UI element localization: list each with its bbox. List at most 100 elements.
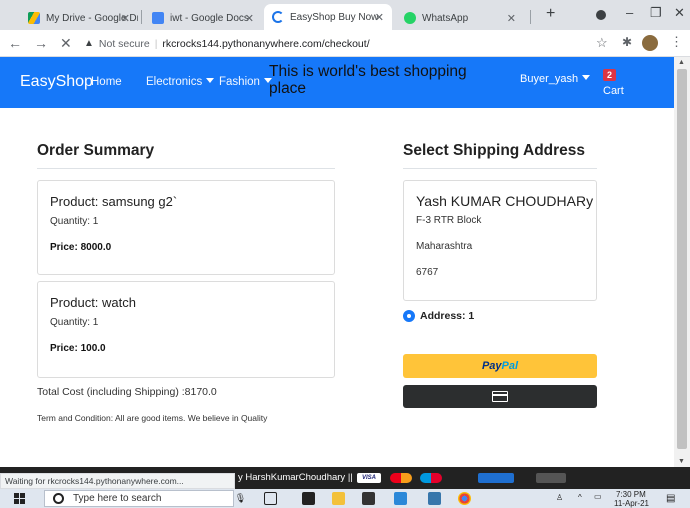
address-radio-label[interactable]: Address: 1 xyxy=(420,310,474,322)
browser-tab-strip: My Drive - Google Driv ✕ iwt - Google Do… xyxy=(0,0,690,30)
forward-button[interactable]: → xyxy=(34,35,48,51)
tab-easyshop[interactable]: EasyShop Buy Now ✕ xyxy=(264,4,392,30)
close-icon[interactable]: ✕ xyxy=(507,12,516,25)
tab-google-drive[interactable]: My Drive - Google Driv ✕ xyxy=(20,6,138,30)
bookmark-star-icon[interactable]: ☆ xyxy=(596,35,608,51)
maximize-button[interactable]: ❐ xyxy=(650,5,662,21)
terminal-icon[interactable] xyxy=(302,492,315,505)
taskbar-search[interactable]: Type here to search xyxy=(44,490,234,507)
product-price: Price: 100.0 xyxy=(50,343,106,354)
network-icon[interactable]: ▭ xyxy=(594,492,602,501)
file-explorer-icon[interactable] xyxy=(332,492,345,505)
site-navbar: EasyShop Home Electronics Fashion This i… xyxy=(0,57,674,108)
profile-indicator-icon[interactable] xyxy=(596,10,606,20)
footer-credit: y HarshKumarChoudhary || xyxy=(238,472,353,483)
product-name: Product: samsung g2` xyxy=(50,194,178,209)
total-cost: Total Cost (including Shipping) :8170.0 xyxy=(37,386,217,398)
site-tagline: This is world's best shopping place xyxy=(269,63,467,97)
nav-link-label: Fashion xyxy=(219,76,260,88)
shipping-address-title: Select Shipping Address xyxy=(403,142,586,159)
close-icon[interactable]: ✕ xyxy=(375,11,384,24)
python-icon[interactable] xyxy=(428,492,441,505)
task-view-icon[interactable] xyxy=(264,492,277,505)
order-summary-title: Order Summary xyxy=(37,142,155,159)
caret-down-icon xyxy=(206,78,215,83)
vscode-icon[interactable] xyxy=(394,492,407,505)
whatsapp-icon xyxy=(404,12,416,24)
paypal-button[interactable]: Pay Pal xyxy=(403,354,597,378)
store-icon[interactable] xyxy=(362,492,375,505)
url-text[interactable]: rkcrocks144.pythonanywhere.com/checkout/ xyxy=(162,38,369,50)
cart-count-badge[interactable]: 2 xyxy=(603,69,617,81)
visa-logo: VISA xyxy=(357,473,381,483)
clock-time[interactable]: 7:30 PM xyxy=(616,490,646,499)
tab-title: WhatsApp xyxy=(422,12,469,24)
loading-spinner-icon xyxy=(272,11,284,23)
tray-expand-icon[interactable]: ^ xyxy=(578,493,582,502)
user-dropdown[interactable]: Buyer_yash xyxy=(520,73,591,85)
profile-avatar[interactable] xyxy=(642,35,658,51)
address-state: Maharashtra xyxy=(416,241,473,252)
url-bar[interactable]: ▲ Not secure | rkcrocks144.pythonanywher… xyxy=(84,34,624,53)
product-name: Product: watch xyxy=(50,295,136,310)
rupay-logo xyxy=(478,473,514,483)
product-quantity: Quantity: 1 xyxy=(50,216,99,227)
people-icon[interactable]: ♙ xyxy=(556,493,563,502)
maestro-logo xyxy=(420,473,442,483)
scroll-down-arrow-icon[interactable]: ▼ xyxy=(678,458,685,465)
nav-dropdown-electronics[interactable]: Electronics xyxy=(146,76,215,88)
terms-and-conditions: Term and Condition: All are good items. … xyxy=(37,413,268,423)
notification-icon[interactable]: ▤ xyxy=(666,493,675,504)
mastercard-logo xyxy=(390,473,412,483)
back-button[interactable]: ← xyxy=(8,35,22,51)
tab-whatsapp[interactable]: WhatsApp ✕ xyxy=(396,6,524,30)
paypal-logo-part: Pal xyxy=(501,360,519,372)
browser-status-bubble: Waiting for rkcrocks144.pythonanywhere.c… xyxy=(0,473,235,489)
address-line: F-3 RTR Block xyxy=(416,215,482,226)
close-icon[interactable]: ✕ xyxy=(121,12,130,25)
product-price: Price: 8000.0 xyxy=(50,242,112,253)
divider xyxy=(403,168,597,169)
tab-title: EasyShop Buy Now xyxy=(290,11,379,23)
brand-logo[interactable]: EasyShop xyxy=(20,73,93,91)
address-name: Yash KUMAR CHOUDHARy xyxy=(416,193,594,209)
scrollbar-thumb[interactable] xyxy=(677,69,687,449)
search-icon xyxy=(53,493,64,504)
nav-link-home[interactable]: Home xyxy=(91,76,122,88)
address-card: Yash KUMAR CHOUDHARy F-3 RTR Block Mahar… xyxy=(403,180,597,301)
browser-menu-icon[interactable]: ⋮ xyxy=(670,34,683,50)
omnibox-separator: | xyxy=(154,37,158,50)
nav-dropdown-fashion[interactable]: Fashion xyxy=(219,76,272,88)
divider xyxy=(37,168,335,169)
windows-start-icon[interactable] xyxy=(14,493,25,504)
debit-credit-card-button[interactable] xyxy=(403,385,597,408)
tab-separator xyxy=(141,10,142,24)
chrome-icon[interactable] xyxy=(458,492,471,505)
extensions-puzzle-icon[interactable]: ✱ xyxy=(622,35,632,49)
scroll-up-arrow-icon[interactable]: ▲ xyxy=(678,59,685,66)
taskbar-search-placeholder: Type here to search xyxy=(73,493,162,504)
close-window-button[interactable]: ✕ xyxy=(674,5,685,21)
security-label[interactable]: Not secure xyxy=(99,38,150,50)
order-item-card: Product: samsung g2` Quantity: 1 Price: … xyxy=(37,180,335,275)
paypal-logo-part: Pay xyxy=(481,360,502,372)
close-icon[interactable]: ✕ xyxy=(245,12,254,25)
new-tab-button[interactable]: + xyxy=(546,5,555,23)
address-radio[interactable] xyxy=(403,310,415,322)
page-scrollbar[interactable]: ▲ ▼ xyxy=(674,57,690,467)
upi-logo xyxy=(536,473,566,483)
cart-link[interactable]: Cart xyxy=(603,85,624,97)
warning-icon[interactable]: ▲ xyxy=(84,38,94,49)
product-quantity: Quantity: 1 xyxy=(50,317,99,328)
address-pin: 6767 xyxy=(416,267,439,278)
google-drive-icon xyxy=(28,12,40,24)
minimize-button[interactable]: – xyxy=(626,5,633,20)
tab-google-docs[interactable]: iwt - Google Docs ✕ xyxy=(144,6,262,30)
tab-title: iwt - Google Docs xyxy=(170,12,249,24)
microphone-icon[interactable]: 🎙 xyxy=(234,492,247,505)
clock-date[interactable]: 11-Apr-21 xyxy=(614,499,649,508)
stop-loading-button[interactable]: ✕ xyxy=(60,35,72,52)
nav-link-label: Electronics xyxy=(146,76,203,88)
credit-card-icon xyxy=(492,391,508,402)
user-name: Buyer_yash xyxy=(520,73,579,85)
